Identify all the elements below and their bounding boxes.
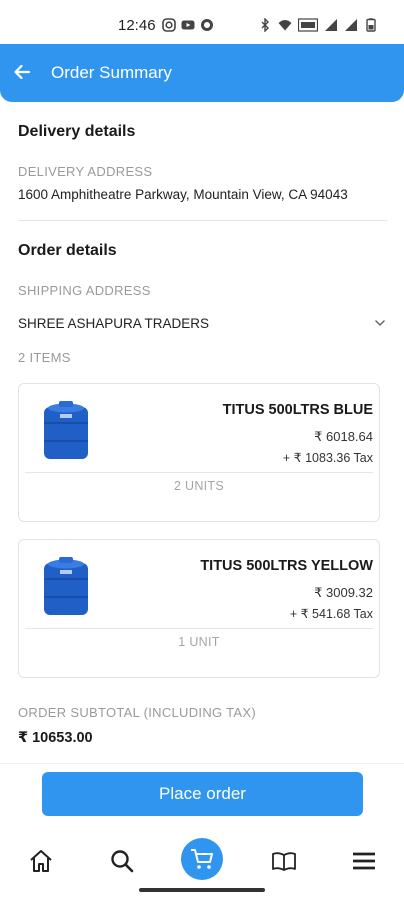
shipping-address-select[interactable]: SHREE ASHAPURA TRADERS xyxy=(18,310,388,336)
back-button[interactable] xyxy=(8,58,36,86)
home-icon xyxy=(30,850,52,872)
item-price: ₹ 3009.32 xyxy=(314,585,373,600)
gesture-bar xyxy=(139,888,265,892)
nav-cart[interactable] xyxy=(181,838,223,880)
item-tax: + ₹ 1083.36 Tax xyxy=(282,451,373,465)
order-subtotal-label: ORDER SUBTOTAL (INCLUDING TAX) xyxy=(18,705,256,720)
order-subtotal-value: ₹ 10653.00 xyxy=(18,730,93,746)
cart-icon xyxy=(191,849,213,869)
arrow-left-icon xyxy=(14,64,31,80)
search-icon xyxy=(111,850,134,873)
delivery-details-heading: Delivery details xyxy=(18,123,136,140)
signal-icon-2 xyxy=(345,19,357,31)
order-item-card[interactable]: TITUS 500LTRS YELLOW ₹ 3009.32 + ₹ 541.6… xyxy=(18,539,380,678)
app-circle-icon xyxy=(201,19,213,31)
item-units: 1 UNIT xyxy=(178,635,220,649)
battery-icon xyxy=(366,18,376,32)
volte-icon xyxy=(298,18,318,32)
items-count: 2 ITEMS xyxy=(18,350,71,365)
delivery-address-label: DELIVERY ADDRESS xyxy=(18,164,153,179)
water-tank-image xyxy=(44,401,88,459)
place-order-button[interactable]: Place order xyxy=(42,772,363,816)
water-tank-image xyxy=(44,557,88,615)
order-item-card[interactable]: TITUS 500LTRS BLUE ₹ 6018.64 + ₹ 1083.36… xyxy=(18,383,380,522)
item-tax: + ₹ 541.68 Tax xyxy=(289,607,373,621)
nav-catalog[interactable] xyxy=(264,841,304,881)
bluetooth-icon xyxy=(261,18,269,32)
youtube-icon xyxy=(181,20,195,30)
bottom-nav xyxy=(0,833,404,885)
nav-menu[interactable] xyxy=(344,841,384,881)
menu-icon xyxy=(353,852,375,870)
delivery-address: 1600 Amphitheatre Parkway, Mountain View… xyxy=(18,187,348,202)
wifi-icon xyxy=(278,20,292,31)
item-price: ₹ 6018.64 xyxy=(314,429,373,444)
signal-icon xyxy=(325,19,337,31)
page-title: Order Summary xyxy=(51,63,172,82)
shipping-address-value: SHREE ASHAPURA TRADERS xyxy=(18,315,210,331)
item-divider xyxy=(25,628,373,629)
divider xyxy=(18,220,388,221)
instagram-icon xyxy=(162,18,176,32)
item-units: 2 UNITS xyxy=(173,479,225,493)
nav-home[interactable] xyxy=(21,841,61,881)
item-divider xyxy=(25,472,373,473)
order-details-heading: Order details xyxy=(18,242,117,259)
item-name: TITUS 500LTRS YELLOW xyxy=(200,558,373,574)
book-icon xyxy=(272,852,296,871)
item-name: TITUS 500LTRS BLUE xyxy=(222,402,373,418)
status-bar: 12:46 xyxy=(0,0,404,46)
app-bar: Order Summary xyxy=(0,44,404,102)
shipping-address-label: SHIPPING ADDRESS xyxy=(18,283,151,298)
chevron-down-icon xyxy=(375,320,385,326)
nav-search[interactable] xyxy=(102,841,142,881)
status-time: 12:46 xyxy=(118,17,156,34)
